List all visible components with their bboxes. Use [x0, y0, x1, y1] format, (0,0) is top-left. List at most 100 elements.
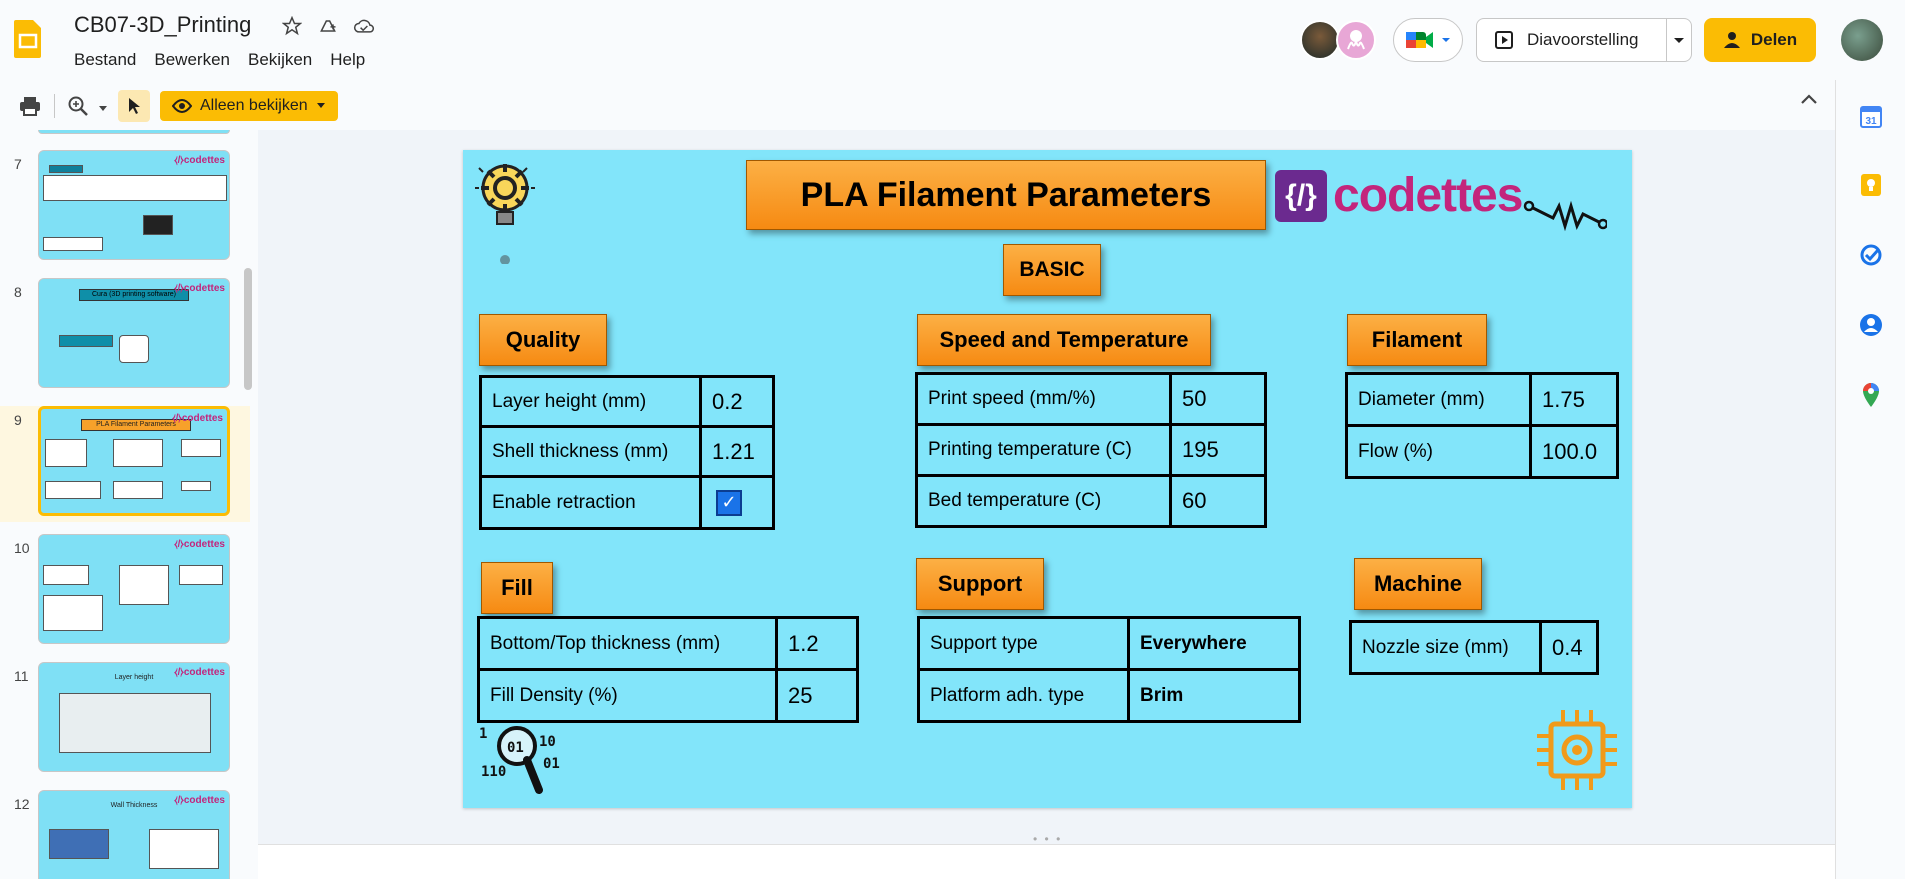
- table-row: Fill Density (%) 25: [477, 668, 859, 723]
- menu-view[interactable]: Bekijken: [248, 50, 312, 70]
- toolbar-divider: [54, 94, 55, 118]
- table-row: Enable retraction ✓: [479, 475, 775, 530]
- fill-table: Bottom/Top thickness (mm) 1.2 Fill Densi…: [477, 616, 859, 723]
- param-value: 100.0: [1529, 424, 1619, 479]
- filmstrip-scrollbar[interactable]: [244, 268, 252, 390]
- thumb-title: Wall Thickness: [110, 802, 158, 809]
- slide-thumbnail[interactable]: PLA Filament Parameters ⧼/⧽codettes: [38, 406, 230, 516]
- table-row: Layer height (mm) 0.2: [479, 375, 775, 428]
- param-value: 1.75: [1529, 372, 1619, 427]
- menu-edit[interactable]: Bewerken: [154, 50, 230, 70]
- select-cursor-icon[interactable]: [118, 90, 150, 122]
- thumb-logo: ⧼/⧽codettes: [174, 667, 225, 678]
- slide-thumbnail[interactable]: Wall Thickness ⧼/⧽codettes: [38, 790, 230, 879]
- param-value: 25: [775, 668, 859, 723]
- param-label: Platform adh. type: [917, 668, 1130, 723]
- thumb-partial: [38, 130, 230, 134]
- thumb-logo: ⧼/⧽codettes: [174, 795, 225, 806]
- speed-heading: Speed and Temperature: [917, 314, 1211, 366]
- calendar-icon[interactable]: 31: [1858, 104, 1884, 130]
- machine-table: Nozzle size (mm) 0.4: [1349, 620, 1599, 675]
- thumb-row[interactable]: 8 Cura (3D printing software) ⧼/⧽codette…: [0, 278, 250, 394]
- thumb-number: 11: [14, 668, 29, 684]
- thumb-logo: ⧼/⧽codettes: [174, 283, 225, 294]
- maps-icon[interactable]: [1858, 382, 1884, 408]
- present-icon: [1495, 31, 1513, 49]
- table-row: Platform adh. type Brim: [917, 668, 1301, 723]
- param-value: 50: [1169, 372, 1267, 426]
- param-label: Enable retraction: [479, 475, 702, 530]
- account-avatar[interactable]: [1841, 19, 1883, 61]
- slide-thumbnail[interactable]: Cura (3D printing software) ⧼/⧽codettes: [38, 278, 230, 388]
- thumb-row[interactable]: 7 ⧼/⧽codettes: [0, 150, 250, 266]
- param-label: Support type: [917, 616, 1130, 671]
- slideshow-button[interactable]: Diavoorstelling: [1476, 18, 1692, 62]
- menu-help[interactable]: Help: [330, 50, 365, 70]
- thumb-logo: ⧼/⧽codettes: [172, 413, 223, 424]
- thumb-row[interactable]: 12 Wall Thickness ⧼/⧽codettes: [0, 790, 250, 879]
- param-label: Printing temperature (C): [915, 423, 1172, 477]
- param-value: Everywhere: [1127, 616, 1301, 671]
- contacts-icon[interactable]: [1858, 312, 1884, 338]
- code-bracket-icon: {/}: [1275, 170, 1327, 222]
- share-button[interactable]: Delen: [1704, 18, 1816, 62]
- param-label: Diameter (mm): [1345, 372, 1532, 427]
- thumb-logo: ⧼/⧽codettes: [174, 539, 225, 550]
- chevron-down-icon: [1674, 38, 1684, 43]
- slide-thumbnail[interactable]: ⧼/⧽codettes: [38, 150, 230, 260]
- slide-thumbnail[interactable]: ⧼/⧽codettes: [38, 534, 230, 644]
- tasks-icon[interactable]: [1858, 242, 1884, 268]
- speaker-notes[interactable]: [258, 844, 1835, 879]
- table-row: Diameter (mm) 1.75: [1345, 372, 1619, 427]
- slide-title: PLA Filament Parameters: [746, 160, 1266, 230]
- document-title[interactable]: CB07-3D_Printing: [74, 12, 251, 38]
- thumb-title: Layer height: [114, 674, 154, 681]
- param-value-cell: ✓: [699, 475, 775, 530]
- svg-text:31: 31: [1865, 116, 1877, 127]
- machine-heading: Machine: [1354, 558, 1482, 610]
- view-mode-label: Alleen bekijken: [200, 97, 308, 114]
- chevron-up-icon[interactable]: [1800, 92, 1818, 110]
- checkbox-checked[interactable]: ✓: [716, 489, 742, 516]
- slideshow-main[interactable]: Diavoorstelling: [1477, 19, 1667, 61]
- svg-text:01: 01: [543, 756, 560, 772]
- keep-icon[interactable]: [1858, 172, 1884, 198]
- slides-logo-icon[interactable]: [14, 18, 42, 58]
- thumb-row[interactable]: 11 Layer height ⧼/⧽codettes: [0, 662, 250, 778]
- canvas-area: PLA Filament Parameters {/} codettes BAS…: [258, 130, 1835, 879]
- slide-thumbnail[interactable]: Layer height ⧼/⧽codettes: [38, 662, 230, 772]
- meet-button[interactable]: [1393, 18, 1463, 62]
- zoom-icon[interactable]: [62, 90, 94, 122]
- chevron-down-icon: [316, 103, 325, 108]
- support-heading: Support: [916, 558, 1044, 610]
- side-panel: 31: [1835, 80, 1905, 879]
- menu-file[interactable]: Bestand: [74, 50, 136, 70]
- thumb-row[interactable]: 10 ⧼/⧽codettes: [0, 534, 250, 650]
- filament-table: Diameter (mm) 1.75 Flow (%) 100.0: [1345, 372, 1619, 479]
- table-row: Flow (%) 100.0: [1345, 424, 1619, 479]
- collaborator-avatar[interactable]: [1300, 20, 1340, 60]
- meet-icon: [1406, 32, 1433, 48]
- slideshow-options[interactable]: [1667, 35, 1691, 45]
- eye-icon: [172, 99, 192, 113]
- star-icon[interactable]: [280, 14, 304, 38]
- slide-canvas[interactable]: PLA Filament Parameters {/} codettes BAS…: [463, 150, 1632, 808]
- param-label: Layer height (mm): [479, 375, 702, 428]
- print-icon[interactable]: [14, 90, 46, 122]
- collaborator-avatar[interactable]: [1336, 20, 1376, 60]
- thumb-row-active[interactable]: 9 PLA Filament Parameters ⧼/⧽codettes: [0, 406, 250, 522]
- param-value: 0.2: [699, 375, 775, 428]
- chevron-down-icon[interactable]: [98, 100, 108, 118]
- share-label: Delen: [1750, 30, 1798, 49]
- brand-name: codettes: [1333, 169, 1523, 222]
- param-label: Print speed (mm/%): [915, 372, 1172, 426]
- thumb-number: 8: [14, 284, 22, 300]
- param-label: Shell thickness (mm): [479, 425, 702, 478]
- table-row: Bed temperature (C) 60: [915, 474, 1267, 528]
- view-mode-dropdown[interactable]: Alleen bekijken: [160, 91, 338, 121]
- cloud-saved-icon[interactable]: [352, 14, 376, 38]
- thumb-number: 10: [14, 540, 30, 556]
- collaborator-avatars: [1300, 20, 1376, 60]
- param-value: 1.21: [699, 425, 775, 478]
- move-to-drive-icon[interactable]: [316, 14, 340, 38]
